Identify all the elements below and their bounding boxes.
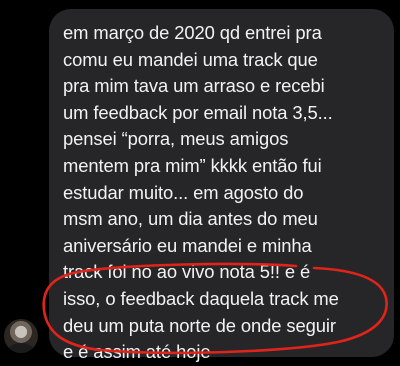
message-line: um feedback por email nota 3,5... <box>63 101 333 123</box>
avatar-shirt <box>8 343 34 353</box>
message-line: pra mim tava um arraso e recebi <box>63 75 325 97</box>
message-line: em março de 2020 qd entrei pra <box>63 22 322 43</box>
message-line: comu eu mandei uma track que <box>63 48 318 70</box>
chat-area: em março de 2020 qd entrei pra comu eu m… <box>0 0 400 365</box>
message-line: isso, o feedback daquela track me <box>63 287 339 309</box>
message-line: mentem pra mim” kkkk então fui <box>63 154 322 176</box>
message-line: track foi no ao vivo nota 5!! e é <box>63 261 311 283</box>
message-line: msm ano, um dia antes do meu <box>63 208 318 230</box>
message-line: e é assim até hoje <box>63 341 211 363</box>
message-line: pensei “porra, meus amigos <box>63 128 289 150</box>
message-bubble[interactable]: em março de 2020 qd entrei pra comu eu m… <box>49 9 394 362</box>
message-line: estudar muito... em agosto do <box>63 181 304 203</box>
message-line: deu um puta norte de onde seguir <box>63 314 336 336</box>
message-text: em março de 2020 qd entrei pra comu eu m… <box>63 20 384 366</box>
message-line: aniversário eu mandei e minha <box>63 234 312 256</box>
sender-avatar[interactable] <box>4 319 38 353</box>
